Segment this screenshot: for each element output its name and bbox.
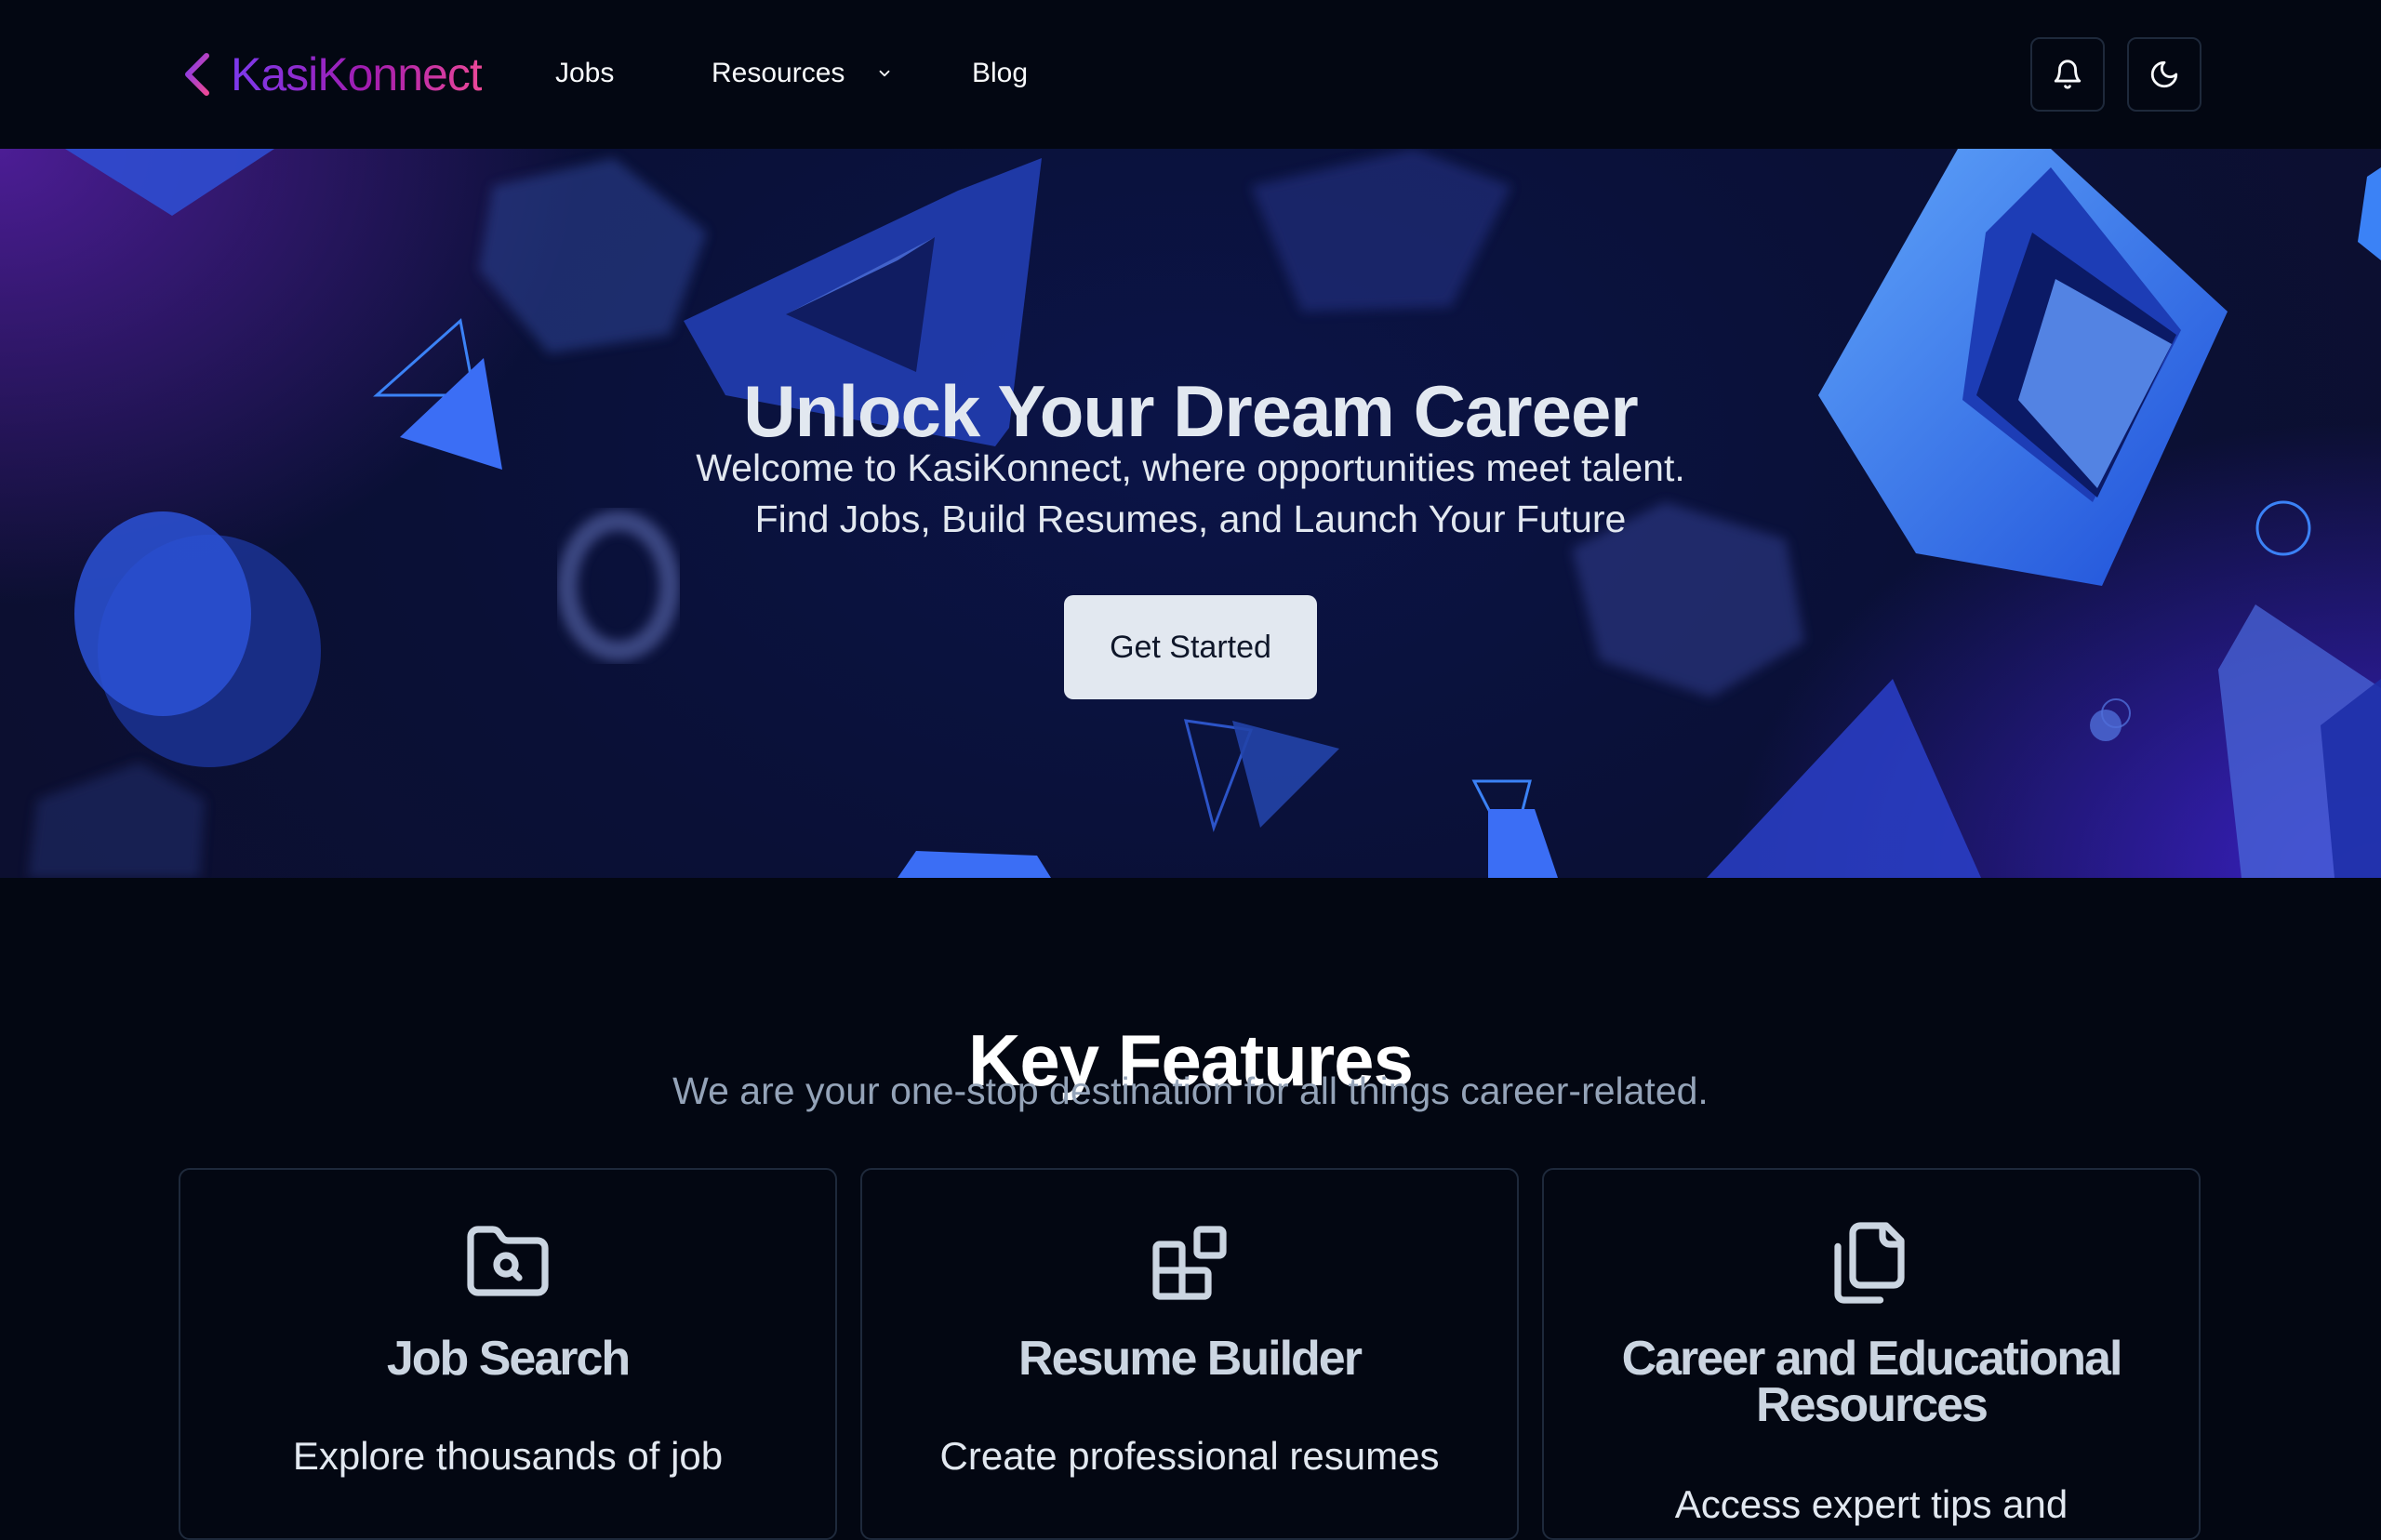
blocks-icon [1152, 1226, 1227, 1300]
nav-blog-link[interactable]: Blog [972, 52, 1028, 95]
brand-logo[interactable]: KasiKonnect [175, 46, 483, 102]
feature-card-text: Create professional resumes [939, 1434, 1440, 1478]
feature-card-resume-builder[interactable]: Resume Builder Create professional resum… [860, 1168, 1519, 1540]
folder-search-icon [467, 1226, 549, 1296]
files-icon [1834, 1222, 1905, 1304]
hero-subtitle-line-1: Welcome to KasiKonnect, where opportunit… [696, 446, 1685, 489]
k-logo-icon [176, 53, 209, 96]
feature-card-text: Access expert tips and [1674, 1482, 2068, 1526]
theme-toggle-button[interactable] [2127, 37, 2201, 112]
hero-title: Unlock Your Dream Career [743, 370, 1639, 453]
notifications-button[interactable] [2030, 37, 2105, 112]
hero-subtitle-line-2: Find Jobs, Build Resumes, and Launch You… [754, 498, 1627, 540]
bell-icon [2054, 60, 2082, 89]
site-header: KasiKonnect Jobs Resources Blog [0, 0, 2381, 149]
hero-section: Unlock Your Dream Career Welcome to Kasi… [0, 149, 2381, 878]
moon-icon [2150, 60, 2178, 88]
chevron-down-icon [879, 70, 890, 77]
feature-card-title: Career and Educational Resources [1621, 1332, 2123, 1432]
nav-resources-label: Resources [712, 58, 845, 88]
brand-name: KasiKonnect [231, 48, 483, 100]
features-subtitle: We are your one-stop destination for all… [672, 1069, 1709, 1112]
feature-card-text: Explore thousands of job [292, 1434, 724, 1478]
get-started-button[interactable]: Get Started [1064, 595, 1317, 699]
feature-card-career-resources[interactable]: Career and Educational Resources Access … [1542, 1168, 2201, 1540]
nav-resources-dropdown[interactable]: Resources [712, 52, 893, 95]
feature-card-title: Job Search [386, 1332, 631, 1386]
feature-card-job-search[interactable]: Job Search Explore thousands of job [179, 1168, 837, 1540]
feature-card-title: Resume Builder [1018, 1332, 1363, 1386]
nav-jobs-link[interactable]: Jobs [555, 52, 614, 95]
